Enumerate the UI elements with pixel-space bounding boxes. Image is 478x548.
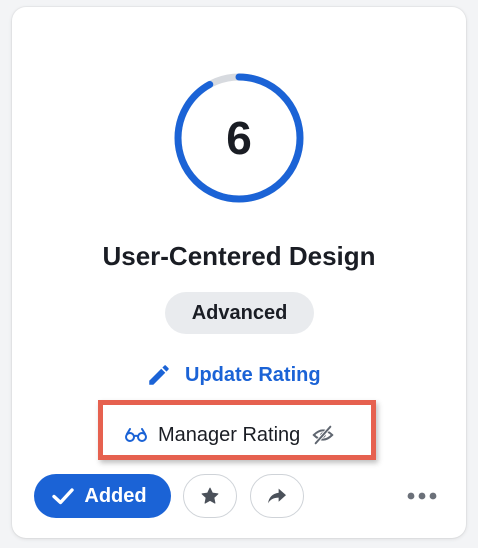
skill-title: User-Centered Design xyxy=(102,241,376,271)
update-rating-label: Update Rating xyxy=(185,363,321,386)
manager-rating[interactable]: Manager Rating xyxy=(124,421,334,449)
favorite-button[interactable] xyxy=(183,474,237,518)
star-icon xyxy=(201,487,219,504)
added-button[interactable]: Added xyxy=(34,474,171,518)
added-label: Added xyxy=(84,484,147,507)
share-button[interactable] xyxy=(250,474,304,518)
rating-ring: 6 xyxy=(172,71,306,205)
pencil-icon xyxy=(149,365,169,385)
share-arrow-icon xyxy=(268,488,286,504)
more-horizontal-icon xyxy=(407,492,437,500)
eye-off-icon[interactable] xyxy=(312,424,334,446)
rating-value: 6 xyxy=(226,112,252,164)
glasses-icon xyxy=(125,428,147,442)
level-badge: Advanced xyxy=(165,292,314,334)
update-rating-link[interactable]: Update Rating xyxy=(146,360,321,390)
manager-rating-label: Manager Rating xyxy=(158,423,301,446)
check-icon xyxy=(52,488,75,505)
more-options-button[interactable] xyxy=(404,484,440,508)
